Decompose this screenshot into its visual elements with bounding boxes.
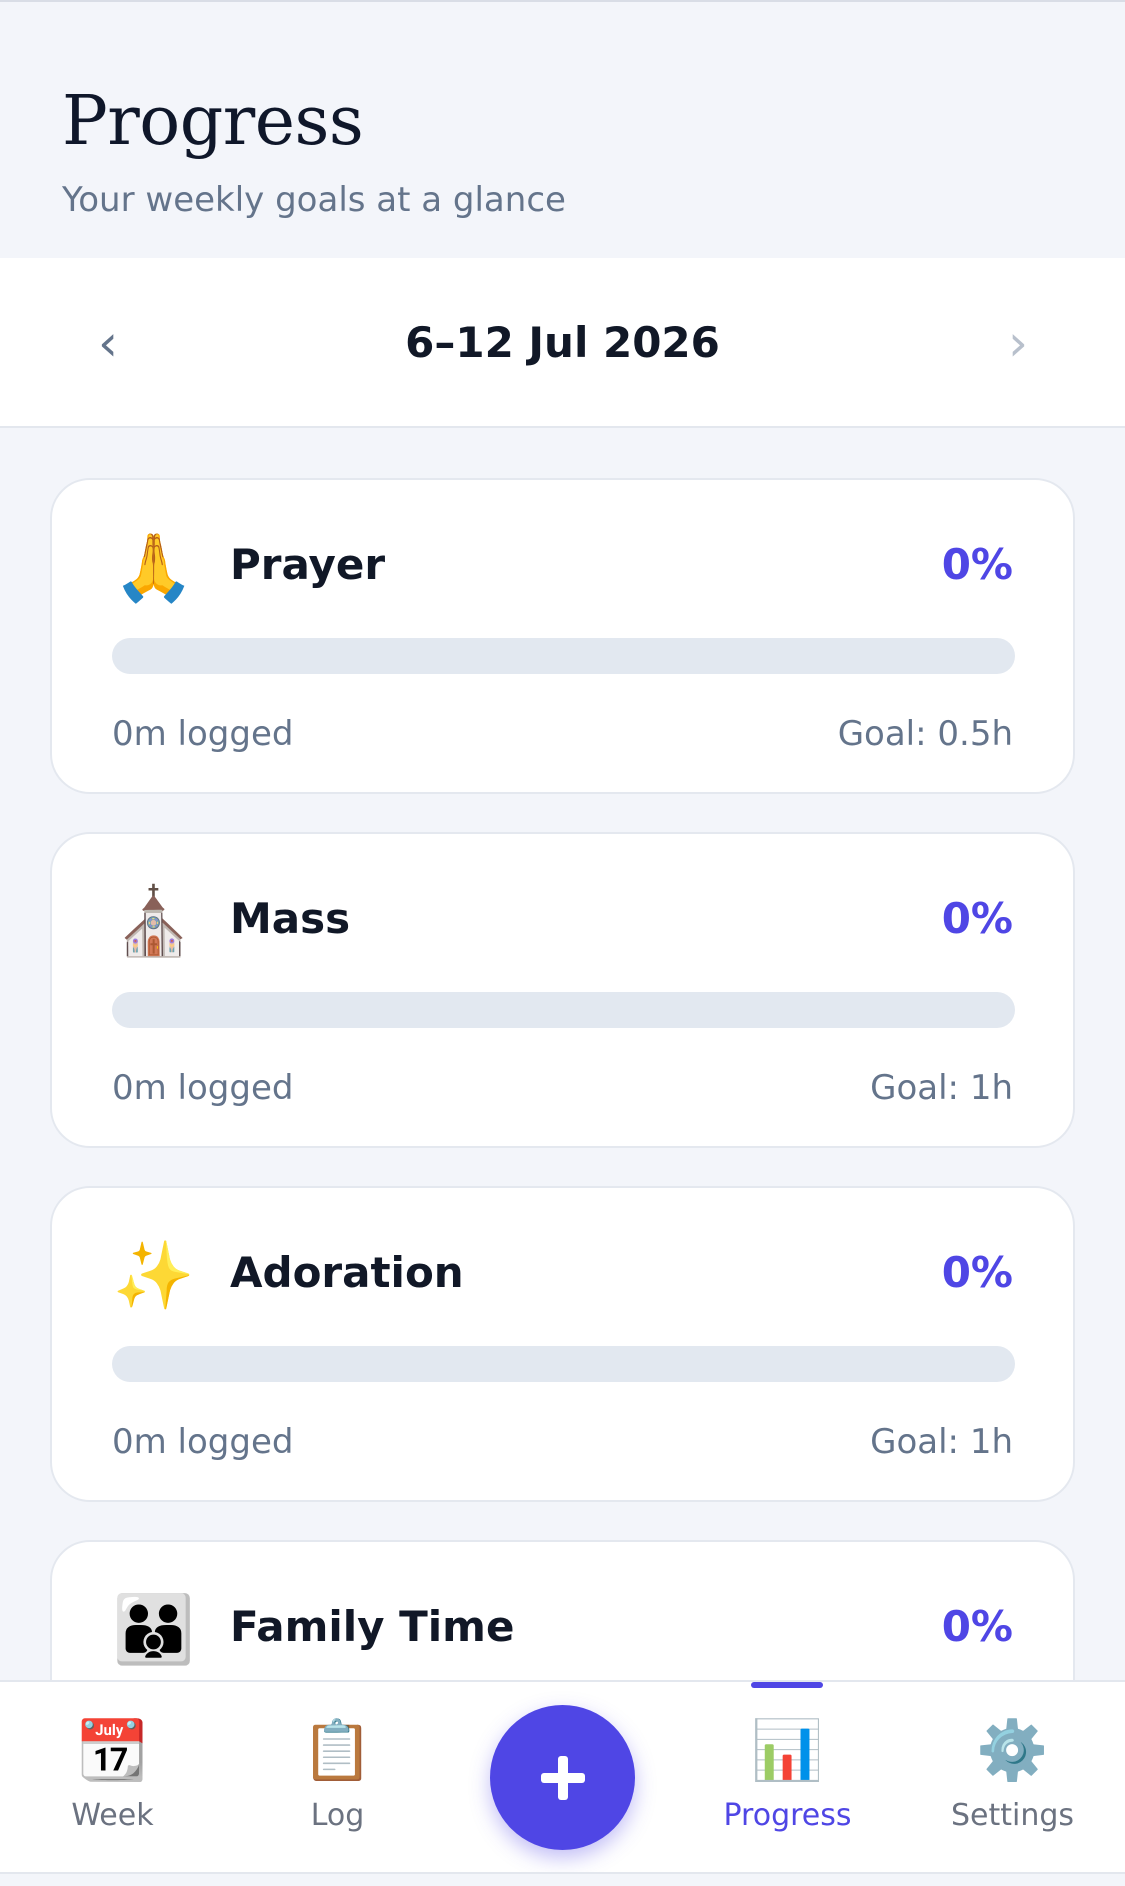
goal-logged: 0m logged bbox=[112, 714, 294, 754]
goal-card-mass[interactable]: ⛪ Mass 0% 0m logged Goal: 1h bbox=[50, 832, 1075, 1148]
goal-card-prayer[interactable]: 🙏 Prayer 0% 0m logged Goal: 0.5h bbox=[50, 478, 1075, 794]
page-header: Progress Your weekly goals at a glance bbox=[0, 0, 1125, 258]
tab-label: Settings bbox=[950, 1798, 1075, 1833]
progress-bar bbox=[112, 1346, 1015, 1382]
goal-target: Goal: 1h bbox=[870, 1068, 1013, 1108]
page-subtitle: Your weekly goals at a glance bbox=[62, 180, 566, 220]
goal-logged: 0m logged bbox=[112, 1422, 294, 1462]
progress-bar bbox=[112, 638, 1015, 674]
clipboard-icon: 📋 bbox=[301, 1715, 374, 1784]
chevron-right-icon[interactable]: › bbox=[988, 308, 1048, 378]
goal-name: Adoration bbox=[230, 1248, 464, 1297]
tab-label: Progress bbox=[723, 1798, 852, 1833]
goal-logged: 0m logged bbox=[112, 1068, 294, 1108]
tab-settings[interactable]: ⚙️ Settings bbox=[900, 1682, 1125, 1874]
church-icon: ⛪ bbox=[112, 883, 196, 960]
goal-percent: 0% bbox=[941, 894, 1013, 943]
goal-percent: 0% bbox=[941, 1248, 1013, 1297]
goal-name: Mass bbox=[230, 894, 351, 943]
bar-chart-icon: 📊 bbox=[751, 1715, 824, 1784]
active-tab-indicator bbox=[751, 1682, 823, 1688]
week-range-label: 6–12 Jul 2026 bbox=[405, 318, 720, 367]
goal-card-list: 🙏 Prayer 0% 0m logged Goal: 0.5h ⛪ Mass … bbox=[0, 428, 1125, 1680]
goal-percent: 0% bbox=[941, 1602, 1013, 1651]
tab-week[interactable]: 📆 Week bbox=[0, 1682, 225, 1874]
praying-hands-icon: 🙏 bbox=[112, 529, 196, 606]
tab-progress[interactable]: 📊 Progress bbox=[675, 1682, 900, 1874]
plus-icon bbox=[540, 1755, 585, 1800]
goal-card-adoration[interactable]: ✨ Adoration 0% 0m logged Goal: 1h bbox=[50, 1186, 1075, 1502]
goal-target: Goal: 1h bbox=[870, 1422, 1013, 1462]
page-title: Progress bbox=[62, 82, 364, 161]
tab-label: Week bbox=[71, 1798, 154, 1833]
goal-name: Prayer bbox=[230, 540, 386, 589]
gear-icon: ⚙️ bbox=[976, 1715, 1049, 1784]
tab-label: Log bbox=[310, 1798, 365, 1833]
sparkles-icon: ✨ bbox=[112, 1237, 196, 1314]
week-navigator: ‹ 6–12 Jul 2026 › bbox=[0, 258, 1125, 428]
goal-percent: 0% bbox=[941, 540, 1013, 589]
goal-name: Family Time bbox=[230, 1602, 515, 1651]
goal-target: Goal: 0.5h bbox=[837, 714, 1013, 754]
family-icon: 👪 bbox=[112, 1591, 196, 1668]
home-indicator-area bbox=[0, 1872, 1125, 1886]
goal-card-family-time[interactable]: 👪 Family Time 0% bbox=[50, 1540, 1075, 1680]
tab-log[interactable]: 📋 Log bbox=[225, 1682, 450, 1874]
progress-bar bbox=[112, 992, 1015, 1028]
add-entry-button[interactable] bbox=[490, 1705, 635, 1850]
calendar-icon: 📆 bbox=[76, 1715, 149, 1784]
